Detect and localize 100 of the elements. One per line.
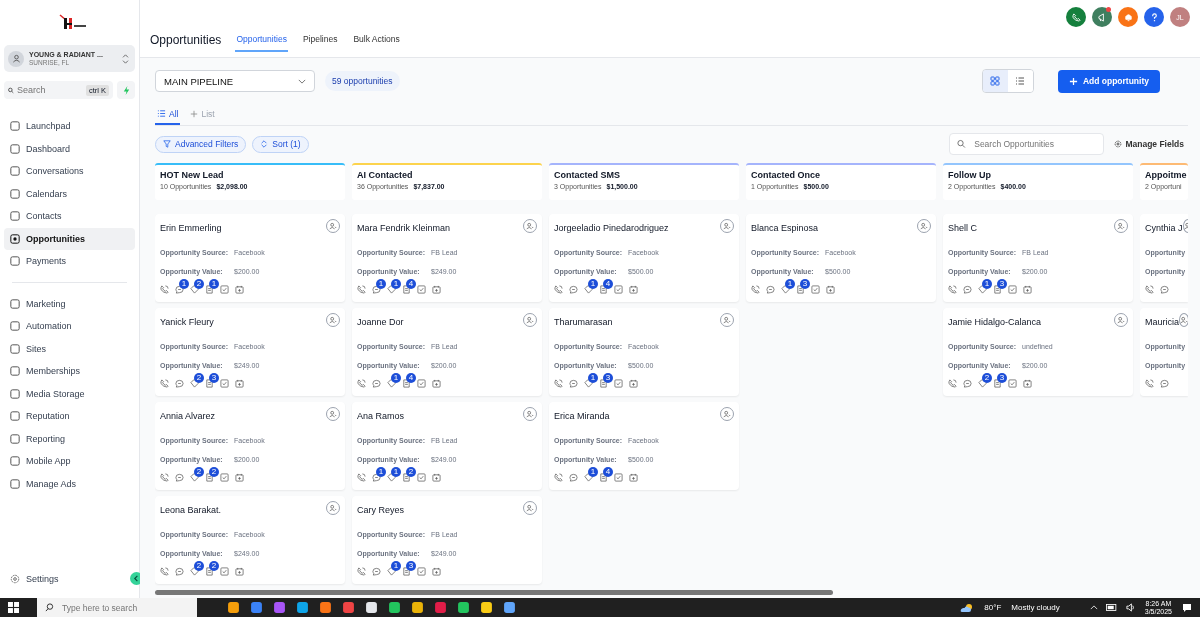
chat-icon[interactable] [569, 379, 578, 388]
nav-item[interactable]: Mobile App [4, 450, 135, 473]
nav-item[interactable]: Sites [4, 337, 135, 360]
chat-icon[interactable] [175, 567, 184, 576]
note-icon[interactable] [402, 379, 411, 388]
chat-icon[interactable] [569, 473, 578, 482]
calendar-icon[interactable] [235, 379, 244, 388]
task-checkbox-icon[interactable] [220, 285, 229, 294]
add-opportunity-button[interactable]: Add opportunity [1057, 69, 1160, 93]
note-icon[interactable] [402, 285, 411, 294]
note-icon[interactable] [599, 285, 608, 294]
tag-icon[interactable] [584, 285, 593, 294]
nav-tab[interactable]: Opportunities [235, 28, 288, 52]
phone-icon[interactable] [160, 567, 169, 576]
phone-icon[interactable] [751, 285, 760, 294]
calendar-icon[interactable] [235, 285, 244, 294]
chat-icon[interactable] [1160, 285, 1169, 294]
notification-icon[interactable] [1182, 602, 1192, 613]
taskbar-app-icon[interactable] [388, 601, 401, 614]
view-tab[interactable]: All [155, 104, 181, 125]
tag-icon[interactable] [190, 285, 199, 294]
taskbar-app-icon[interactable] [480, 601, 493, 614]
phone-icon[interactable] [1145, 285, 1154, 294]
task-checkbox-icon[interactable] [220, 379, 229, 388]
nav-item[interactable]: Media Storage [4, 382, 135, 405]
note-icon[interactable] [796, 285, 805, 294]
task-checkbox-icon[interactable] [417, 473, 426, 482]
calendar-icon[interactable] [629, 473, 638, 482]
chat-icon[interactable] [372, 379, 381, 388]
note-icon[interactable] [205, 379, 214, 388]
search-input[interactable]: Type here to search [62, 602, 182, 613]
nav-item[interactable]: Memberships [4, 360, 135, 383]
phone-icon[interactable] [948, 285, 957, 294]
pipeline-select[interactable]: MAIN PIPELINE [155, 70, 315, 92]
task-checkbox-icon[interactable] [417, 285, 426, 294]
calendar-icon[interactable] [432, 473, 441, 482]
calendar-icon[interactable] [235, 567, 244, 576]
tag-icon[interactable] [190, 379, 199, 388]
task-checkbox-icon[interactable] [811, 285, 820, 294]
phone-icon[interactable] [357, 285, 366, 294]
search-input[interactable]: Search [16, 85, 83, 95]
taskbar-app-icon[interactable] [503, 601, 516, 614]
phone-icon[interactable] [357, 379, 366, 388]
chat-icon[interactable] [1160, 379, 1169, 388]
battery-icon[interactable] [1105, 604, 1118, 611]
nav-item[interactable]: Automation [4, 315, 135, 338]
taskbar-app-icon[interactable] [296, 601, 309, 614]
nav-item[interactable]: Contacts [4, 205, 135, 228]
calendar-icon[interactable] [1023, 379, 1032, 388]
horizontal-scrollbar[interactable] [155, 589, 833, 595]
search-field[interactable]: Search Opportunities [949, 133, 1105, 155]
note-icon[interactable] [599, 473, 608, 482]
chat-icon[interactable] [175, 379, 184, 388]
tag-icon[interactable] [387, 285, 396, 294]
task-checkbox-icon[interactable] [220, 567, 229, 576]
calendar-icon[interactable] [629, 379, 638, 388]
announcement-button[interactable] [1092, 7, 1112, 27]
note-icon[interactable] [402, 567, 411, 576]
note-icon[interactable] [993, 379, 1002, 388]
settings-item[interactable]: Settings [4, 567, 65, 590]
chat-icon[interactable] [766, 285, 775, 294]
calendar-icon[interactable] [1023, 285, 1032, 294]
tag-icon[interactable] [978, 379, 987, 388]
windows-start-icon[interactable] [8, 602, 19, 613]
calendar-icon[interactable] [432, 379, 441, 388]
note-icon[interactable] [402, 473, 411, 482]
nav-item[interactable]: Opportunities [4, 227, 135, 250]
nav-item[interactable]: Manage Ads [4, 472, 135, 495]
phone-icon[interactable] [554, 285, 563, 294]
chevron-up-icon[interactable] [1089, 605, 1098, 610]
nav-item[interactable]: Calendars [4, 182, 135, 205]
task-checkbox-icon[interactable] [614, 379, 623, 388]
note-icon[interactable] [205, 285, 214, 294]
list-view-button[interactable] [1007, 70, 1033, 92]
calendar-icon[interactable] [432, 285, 441, 294]
note-icon[interactable] [599, 379, 608, 388]
task-checkbox-icon[interactable] [614, 473, 623, 482]
nav-item[interactable]: Reputation [4, 405, 135, 428]
nav-item[interactable]: Marketing [4, 292, 135, 315]
calendar-icon[interactable] [629, 285, 638, 294]
tag-icon[interactable] [387, 567, 396, 576]
calendar-icon[interactable] [235, 473, 244, 482]
note-icon[interactable] [205, 567, 214, 576]
task-checkbox-icon[interactable] [417, 567, 426, 576]
nav-item[interactable]: Launchpad [4, 115, 135, 138]
chat-icon[interactable] [372, 285, 381, 294]
search-input[interactable]: Search Opportunities [974, 139, 1097, 149]
tag-icon[interactable] [387, 473, 396, 482]
taskbar-app-icon[interactable] [227, 601, 240, 614]
nav-tab[interactable]: Bulk Actions [352, 28, 401, 52]
tag-icon[interactable] [781, 285, 790, 294]
chat-icon[interactable] [372, 567, 381, 576]
help-button[interactable] [1144, 7, 1164, 27]
phone-button[interactable] [1066, 7, 1086, 27]
chat-icon[interactable] [372, 473, 381, 482]
phone-icon[interactable] [160, 473, 169, 482]
taskbar-app-icon[interactable] [411, 601, 424, 614]
tag-icon[interactable] [584, 379, 593, 388]
filters-button[interactable]: Advanced Filters [155, 135, 247, 153]
tag-icon[interactable] [190, 473, 199, 482]
